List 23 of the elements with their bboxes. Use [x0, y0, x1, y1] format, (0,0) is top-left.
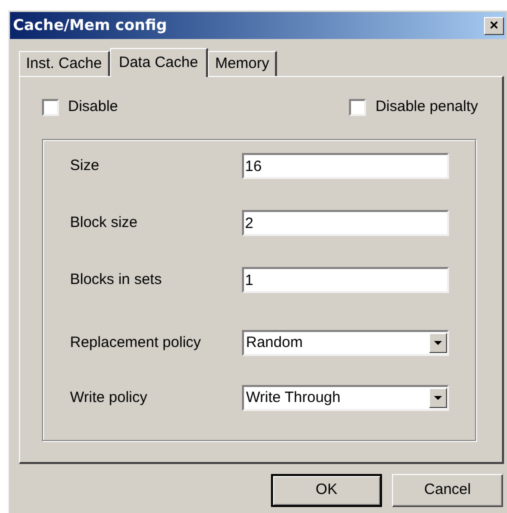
dropdown-value: Write Through [246, 388, 340, 408]
tab[interactable]: Inst. Cache [19, 51, 110, 76]
checkbox-label: Disable [68, 96, 118, 117]
checkbox[interactable] [349, 98, 366, 116]
window-title: Cache/Mem config [13, 15, 168, 36]
dropdown-value: Random [246, 332, 303, 353]
tab[interactable]: Data Cache [110, 48, 208, 77]
field-label: Replacement policy [70, 332, 202, 353]
input-field[interactable]: 16 [242, 153, 449, 179]
checkbox[interactable] [42, 98, 59, 116]
tab[interactable]: Memory [208, 51, 278, 76]
field-label: Block size [70, 212, 139, 233]
field-label: Blocks in sets [70, 270, 163, 290]
input-field[interactable]: 2 [242, 210, 449, 236]
dropdown[interactable]: Random [242, 330, 449, 356]
dropdown[interactable]: Write Through [242, 385, 449, 411]
field-label: Write policy [70, 388, 148, 408]
close-button[interactable]: × [484, 16, 504, 34]
input-field[interactable]: 1 [242, 267, 449, 293]
dialog-button[interactable]: Cancel [392, 474, 503, 507]
checkbox-label: Disable penalty [375, 96, 478, 117]
dialog-button[interactable]: OK [271, 474, 382, 507]
field-label: Size [70, 156, 100, 176]
